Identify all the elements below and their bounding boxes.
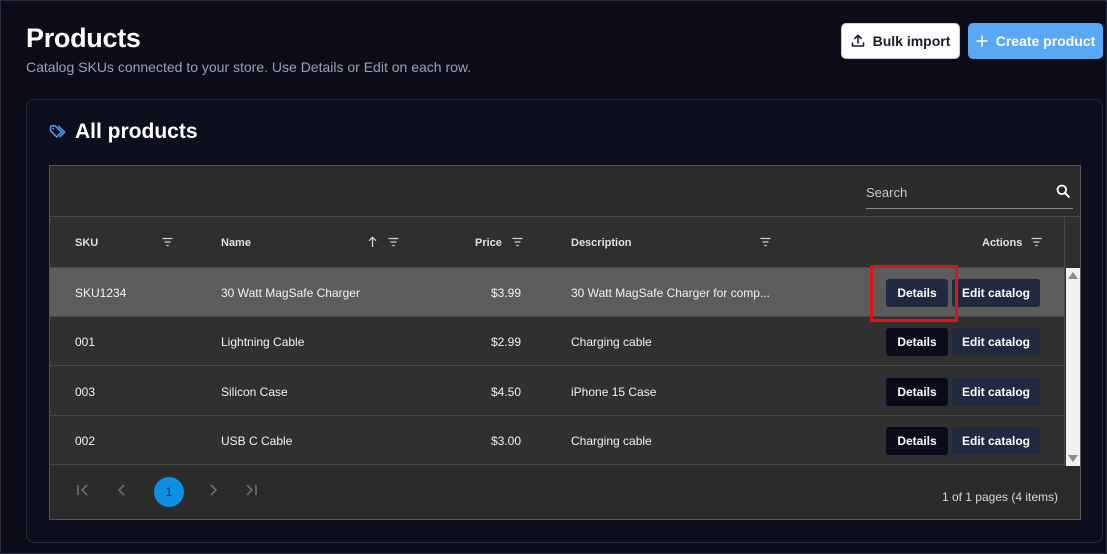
plus-icon: [975, 35, 988, 47]
column-header-price[interactable]: Price: [475, 217, 502, 268]
pager-info: 1 of 1 pages (4 items): [941, 490, 1058, 504]
filter-icon[interactable]: [760, 237, 771, 247]
cell-price: $2.99: [490, 334, 521, 349]
create-product-label: Create product: [995, 33, 1096, 49]
cell-price: $3.00: [490, 433, 521, 448]
search-input[interactable]: [866, 176, 1046, 208]
filter-icon[interactable]: [388, 237, 399, 247]
next-page-icon[interactable]: [205, 482, 221, 498]
column-header-sku[interactable]: SKU: [75, 217, 98, 268]
card-title-text: All products: [75, 120, 198, 143]
previous-page-icon[interactable]: [114, 482, 130, 498]
filter-icon[interactable]: [512, 237, 523, 247]
cell-price: $4.50: [490, 384, 521, 399]
card-title: All products: [49, 120, 198, 144]
cell-description: Charging cable: [571, 334, 652, 349]
edit-catalog-button[interactable]: Edit catalog: [952, 427, 1040, 455]
column-header-actions: Actions: [982, 236, 1023, 249]
last-page-icon[interactable]: [243, 482, 259, 498]
cell-name: Lightning Cable: [221, 334, 305, 349]
column-header-description[interactable]: Description: [571, 217, 632, 268]
details-button[interactable]: Details: [886, 427, 948, 455]
vertical-scrollbar[interactable]: [1064, 217, 1080, 466]
page-title: Products: [26, 23, 141, 53]
filter-icon[interactable]: [162, 237, 173, 247]
filter-icon[interactable]: [1031, 237, 1042, 247]
cell-description: iPhone 15 Case: [571, 384, 657, 399]
products-grid: SKU Name Price Description Actions SKU12…: [49, 165, 1081, 520]
cell-description: Charging cable: [571, 433, 652, 448]
bulk-import-label: Bulk import: [872, 33, 951, 49]
scroll-down-icon[interactable]: [1068, 455, 1078, 462]
cell-sku: 003: [75, 384, 96, 399]
details-button[interactable]: Details: [886, 328, 948, 356]
cell-sku: 001: [75, 334, 96, 349]
page-subtitle: Catalog SKUs connected to your store. Us…: [26, 59, 472, 75]
table-row[interactable]: 001 Lightning Cable $2.99 Charging cable…: [50, 317, 1064, 366]
search-box: [866, 176, 1073, 209]
scrollbar-track[interactable]: [1066, 268, 1080, 466]
column-header-name[interactable]: Name: [221, 217, 251, 268]
cell-name: 30 Watt MagSafe Charger: [221, 285, 360, 300]
page-1-button[interactable]: 1: [154, 477, 184, 507]
table-row[interactable]: SKU1234 30 Watt MagSafe Charger $3.99 30…: [50, 268, 1064, 317]
create-product-button[interactable]: Create product: [968, 23, 1103, 59]
cell-name: USB C Cable: [221, 433, 293, 448]
cell-sku: 002: [75, 433, 96, 448]
tag-icon: [49, 125, 66, 138]
scroll-up-icon[interactable]: [1068, 272, 1078, 279]
cell-price: $3.99: [490, 285, 521, 300]
cell-name: Silicon Case: [221, 384, 288, 399]
grid-header-row: SKU Name Price Description Actions: [50, 217, 1064, 268]
first-page-icon[interactable]: [75, 482, 91, 498]
cell-sku: SKU1234: [75, 285, 127, 300]
cell-description: 30 Watt MagSafe Charger for comp...: [571, 285, 770, 300]
sort-ascending-icon[interactable]: [368, 236, 377, 248]
table-row[interactable]: 003 Silicon Case $4.50 iPhone 15 Case De…: [50, 367, 1064, 416]
edit-catalog-button[interactable]: Edit catalog: [952, 328, 1040, 356]
bulk-import-button[interactable]: Bulk import: [841, 23, 960, 59]
upload-icon: [851, 34, 864, 47]
table-row[interactable]: 002 USB C Cable $3.00 Charging cable Det…: [50, 416, 1064, 465]
search-icon[interactable]: [1056, 184, 1070, 198]
details-button[interactable]: Details: [886, 279, 948, 307]
pager: 1 1 of 1 pages (4 items): [50, 466, 1080, 519]
grid-toolbar: [50, 166, 1080, 217]
details-button[interactable]: Details: [886, 378, 948, 406]
edit-catalog-button[interactable]: Edit catalog: [952, 279, 1040, 307]
edit-catalog-button[interactable]: Edit catalog: [952, 378, 1040, 406]
